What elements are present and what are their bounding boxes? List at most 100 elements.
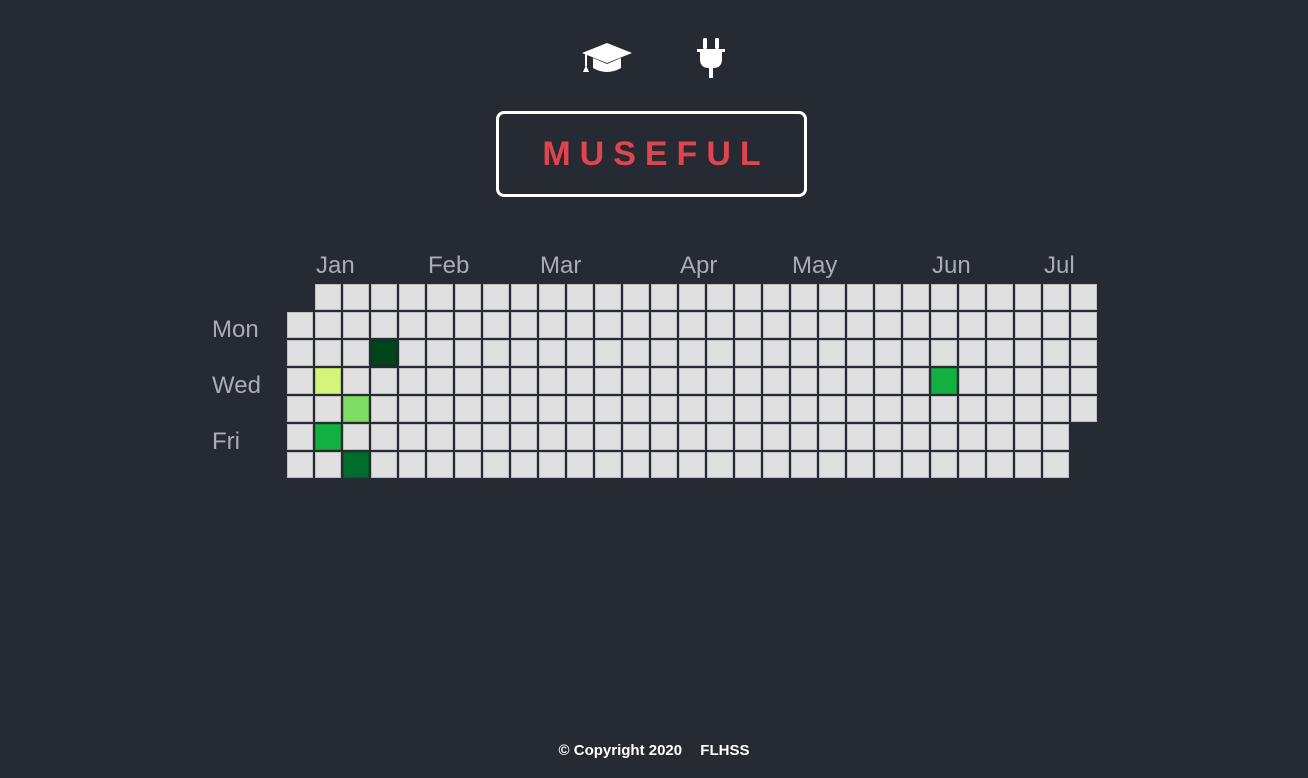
calendar-day-cell[interactable] (539, 452, 565, 478)
calendar-day-cell[interactable] (539, 284, 565, 310)
logo-button[interactable]: MUSEFUL (496, 111, 807, 197)
calendar-day-cell[interactable] (567, 312, 593, 338)
calendar-day-cell[interactable] (483, 368, 509, 394)
calendar-day-cell[interactable] (875, 312, 901, 338)
calendar-day-cell[interactable] (791, 312, 817, 338)
calendar-day-cell[interactable] (343, 452, 369, 478)
calendar-day-cell[interactable] (483, 424, 509, 450)
calendar-day-cell[interactable] (623, 396, 649, 422)
calendar-day-cell[interactable] (987, 396, 1013, 422)
calendar-day-cell[interactable] (763, 284, 789, 310)
calendar-day-cell[interactable] (987, 284, 1013, 310)
calendar-day-cell[interactable] (1043, 368, 1069, 394)
calendar-day-cell[interactable] (595, 340, 621, 366)
calendar-day-cell[interactable] (791, 368, 817, 394)
calendar-day-cell[interactable] (987, 368, 1013, 394)
calendar-day-cell[interactable] (679, 396, 705, 422)
calendar-day-cell[interactable] (371, 284, 397, 310)
calendar-day-cell[interactable] (791, 424, 817, 450)
calendar-day-cell[interactable] (763, 424, 789, 450)
calendar-day-cell[interactable] (903, 312, 929, 338)
calendar-day-cell[interactable] (707, 452, 733, 478)
calendar-day-cell[interactable] (511, 284, 537, 310)
calendar-day-cell[interactable] (455, 424, 481, 450)
calendar-day-cell[interactable] (987, 424, 1013, 450)
calendar-day-cell[interactable] (399, 340, 425, 366)
calendar-day-cell[interactable] (623, 340, 649, 366)
calendar-day-cell[interactable] (819, 312, 845, 338)
calendar-day-cell[interactable] (847, 424, 873, 450)
calendar-day-cell[interactable] (707, 284, 733, 310)
calendar-day-cell[interactable] (651, 452, 677, 478)
calendar-day-cell[interactable] (623, 452, 649, 478)
calendar-day-cell[interactable] (399, 424, 425, 450)
calendar-day-cell[interactable] (539, 368, 565, 394)
calendar-day-cell[interactable] (483, 284, 509, 310)
calendar-day-cell[interactable] (1015, 396, 1041, 422)
calendar-day-cell[interactable] (343, 340, 369, 366)
calendar-day-cell[interactable] (959, 396, 985, 422)
calendar-day-cell[interactable] (847, 340, 873, 366)
calendar-day-cell[interactable] (1043, 284, 1069, 310)
calendar-day-cell[interactable] (847, 396, 873, 422)
calendar-day-cell[interactable] (1015, 424, 1041, 450)
calendar-day-cell[interactable] (287, 340, 313, 366)
calendar-day-cell[interactable] (875, 368, 901, 394)
calendar-day-cell[interactable] (1015, 312, 1041, 338)
calendar-day-cell[interactable] (1015, 340, 1041, 366)
calendar-day-cell[interactable] (931, 396, 957, 422)
calendar-day-cell[interactable] (511, 312, 537, 338)
calendar-day-cell[interactable] (623, 284, 649, 310)
calendar-day-cell[interactable] (959, 340, 985, 366)
calendar-day-cell[interactable] (371, 396, 397, 422)
calendar-day-cell[interactable] (707, 368, 733, 394)
calendar-day-cell[interactable] (315, 284, 341, 310)
calendar-day-cell[interactable] (651, 396, 677, 422)
calendar-day-cell[interactable] (1071, 368, 1097, 394)
calendar-day-cell[interactable] (595, 312, 621, 338)
calendar-day-cell[interactable] (287, 368, 313, 394)
calendar-day-cell[interactable] (903, 368, 929, 394)
calendar-day-cell[interactable] (427, 340, 453, 366)
calendar-day-cell[interactable] (679, 284, 705, 310)
calendar-day-cell[interactable] (903, 452, 929, 478)
calendar-day-cell[interactable] (903, 284, 929, 310)
calendar-day-cell[interactable] (679, 340, 705, 366)
calendar-day-cell[interactable] (959, 312, 985, 338)
calendar-day-cell[interactable] (371, 368, 397, 394)
calendar-day-cell[interactable] (735, 424, 761, 450)
calendar-day-cell[interactable] (315, 396, 341, 422)
calendar-day-cell[interactable] (707, 424, 733, 450)
calendar-day-cell[interactable] (287, 312, 313, 338)
calendar-day-cell[interactable] (315, 424, 341, 450)
calendar-day-cell[interactable] (511, 452, 537, 478)
calendar-day-cell[interactable] (455, 396, 481, 422)
calendar-day-cell[interactable] (679, 368, 705, 394)
calendar-day-cell[interactable] (819, 396, 845, 422)
calendar-day-cell[interactable] (763, 396, 789, 422)
plug-icon[interactable] (696, 38, 726, 78)
calendar-day-cell[interactable] (371, 424, 397, 450)
calendar-day-cell[interactable] (455, 368, 481, 394)
calendar-day-cell[interactable] (959, 368, 985, 394)
calendar-day-cell[interactable] (847, 284, 873, 310)
calendar-day-cell[interactable] (875, 396, 901, 422)
calendar-day-cell[interactable] (595, 396, 621, 422)
calendar-day-cell[interactable] (791, 452, 817, 478)
calendar-day-cell[interactable] (679, 452, 705, 478)
calendar-day-cell[interactable] (427, 368, 453, 394)
calendar-day-cell[interactable] (287, 424, 313, 450)
calendar-day-cell[interactable] (539, 312, 565, 338)
calendar-day-cell[interactable] (763, 368, 789, 394)
calendar-day-cell[interactable] (931, 368, 957, 394)
calendar-day-cell[interactable] (287, 452, 313, 478)
calendar-day-cell[interactable] (903, 396, 929, 422)
calendar-day-cell[interactable] (343, 396, 369, 422)
calendar-day-cell[interactable] (315, 312, 341, 338)
calendar-day-cell[interactable] (343, 424, 369, 450)
calendar-day-cell[interactable] (875, 284, 901, 310)
calendar-day-cell[interactable] (931, 340, 957, 366)
calendar-day-cell[interactable] (707, 312, 733, 338)
calendar-day-cell[interactable] (819, 424, 845, 450)
calendar-day-cell[interactable] (511, 424, 537, 450)
